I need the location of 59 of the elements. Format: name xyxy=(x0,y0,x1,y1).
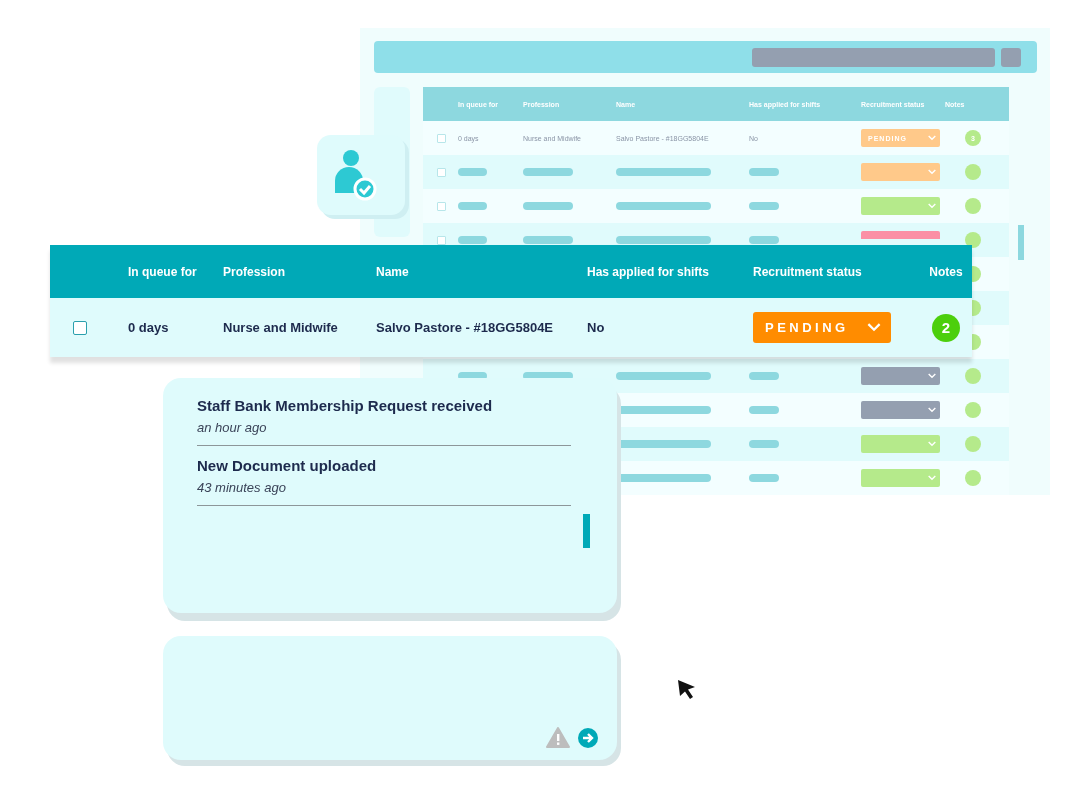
notification-title[interactable]: New Document uploaded xyxy=(197,457,571,474)
chevron-down-icon xyxy=(928,407,936,413)
placeholder-bar xyxy=(749,406,779,414)
notes-dot xyxy=(965,164,981,180)
notes-dot xyxy=(965,436,981,452)
placeholder-bar xyxy=(749,372,779,380)
table-cell-text: 0 days xyxy=(128,320,170,335)
placeholder-bar xyxy=(749,168,779,176)
notification-title[interactable]: Staff Bank Membership Request received xyxy=(197,397,571,414)
placeholder-bar xyxy=(458,236,487,244)
notification-time: an hour ago xyxy=(197,420,268,435)
column-header: In queue for xyxy=(128,264,198,279)
cursor-icon xyxy=(677,679,697,701)
search-field[interactable] xyxy=(752,47,995,67)
search-button[interactable] xyxy=(1001,47,1021,67)
column-header: Recruitment status xyxy=(753,264,863,279)
placeholder-bar xyxy=(458,168,487,176)
placeholder-bar xyxy=(523,236,573,244)
chevron-down-icon xyxy=(928,373,936,379)
notes-count: 2 xyxy=(932,313,960,342)
placeholder-bar xyxy=(749,202,779,210)
notes-dot xyxy=(965,470,981,486)
notes-dot xyxy=(965,232,981,248)
notes-dot xyxy=(965,198,981,214)
checkbox[interactable] xyxy=(73,320,87,335)
notes-dot xyxy=(965,368,981,384)
column-header: Notes xyxy=(928,264,964,279)
status-dropdown[interactable] xyxy=(861,469,940,487)
column-header: Has applied for shifts xyxy=(587,264,711,279)
chevron-down-icon xyxy=(928,441,936,447)
chevron-down-icon xyxy=(867,323,881,332)
status-dropdown[interactable] xyxy=(861,401,940,419)
scrollbar xyxy=(1018,225,1024,260)
table-row[interactable]: 0 days Nurse and Midwife Salvo Pastore - #18GG5804E No PENDING 2 xyxy=(50,298,972,357)
warning-icon[interactable] xyxy=(546,727,570,748)
status-dropdown[interactable] xyxy=(861,197,940,215)
placeholder-bar xyxy=(458,202,487,210)
arrow-right-icon[interactable] xyxy=(578,727,598,748)
column-header: Name xyxy=(376,264,410,279)
placeholder-bar xyxy=(523,202,573,210)
placeholder-bar xyxy=(749,236,779,244)
chevron-down-icon xyxy=(928,135,936,141)
placeholder-bar xyxy=(749,474,779,482)
notification-time: 43 minutes ago xyxy=(197,480,287,495)
table-cell-text: Salvo Pastore - #18GG5804E xyxy=(376,320,555,335)
table-cell-text: Nurse and Midwife xyxy=(223,320,339,335)
status-dropdown[interactable] xyxy=(861,231,940,239)
scrollbar-thumb[interactable] xyxy=(583,514,590,548)
placeholder-bar xyxy=(523,168,573,176)
status-dropdown[interactable] xyxy=(861,435,940,453)
status-dropdown[interactable] xyxy=(861,163,940,181)
chevron-down-icon xyxy=(928,169,936,175)
table-cell-text: No xyxy=(587,320,606,335)
placeholder-bar xyxy=(749,440,779,448)
chevron-down-icon xyxy=(928,203,936,209)
status-dropdown[interactable] xyxy=(861,367,940,385)
chevron-down-icon xyxy=(928,475,936,481)
column-header: Profession xyxy=(223,264,286,279)
notes-dot xyxy=(965,402,981,418)
